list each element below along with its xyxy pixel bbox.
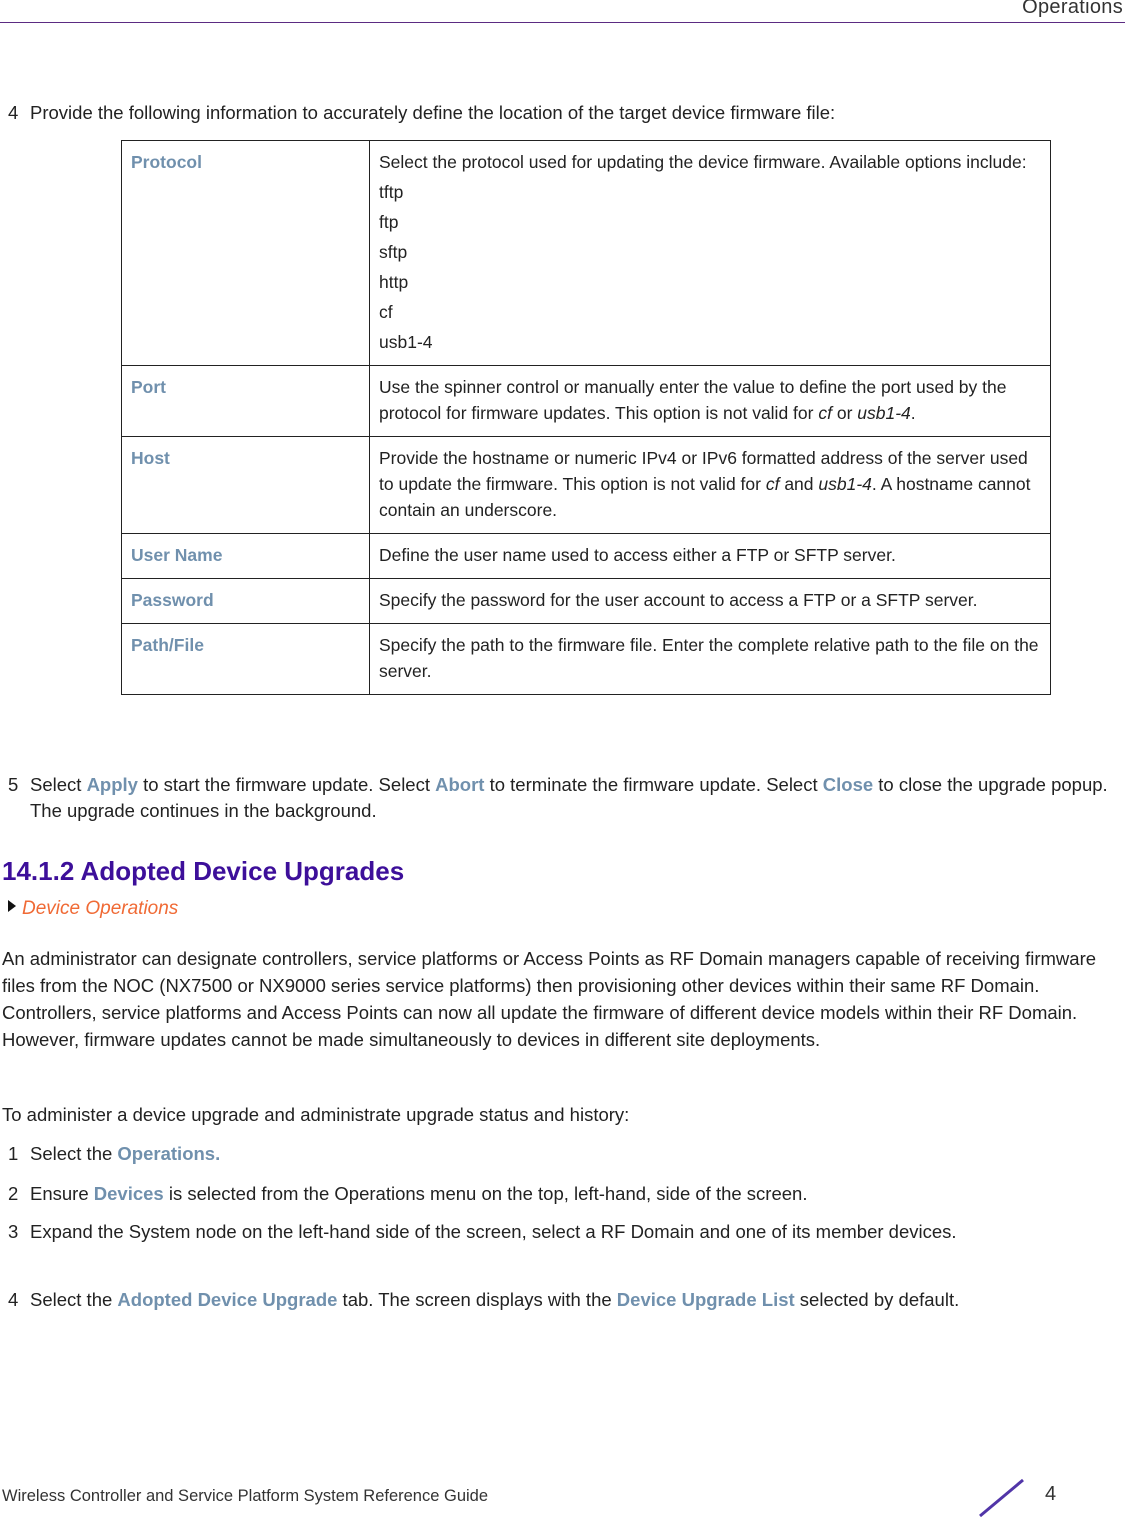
protocol-option: tftp: [379, 182, 404, 202]
step-number: 4: [8, 102, 19, 123]
table-row-port: Port Use the spinner control or manually…: [121, 365, 1051, 437]
step-number: 2: [8, 1183, 19, 1204]
param-desc: Use the spinner control or manually ente…: [369, 365, 1051, 437]
close-term: Close: [822, 774, 874, 795]
param-desc: Select the protocol used for updating th…: [369, 140, 1051, 366]
desc-emphasis: usb1-4: [857, 403, 911, 423]
operations-term: Operations.: [117, 1143, 221, 1164]
param-name: Protocol: [121, 140, 370, 366]
section-heading: 14.1.2 Adopted Device Upgrades: [2, 856, 405, 886]
step-4-intro: 4 Provide the following information to ac…: [8, 100, 835, 126]
param-desc: Specify the path to the firmware file. E…: [369, 623, 1051, 695]
page-number: 4: [1045, 1483, 1057, 1505]
desc-text: or: [831, 403, 858, 423]
devices-term: Devices: [93, 1183, 164, 1204]
step-text: Select the: [30, 1289, 118, 1310]
param-desc: Provide the hostname or numeric IPv4 or …: [369, 436, 1051, 534]
param-desc-text: Select the protocol used for updating th…: [379, 152, 1027, 172]
step-number: 4: [8, 1289, 19, 1310]
param-name: Host: [121, 436, 370, 534]
triangle-right-icon: [8, 900, 16, 912]
procedure-step-4: 4 Select the Adopted Device Upgrade tab. …: [8, 1287, 959, 1313]
step-text: is selected from the Operations menu on …: [163, 1183, 808, 1204]
step-text: to terminate the firmware update. Select: [484, 774, 823, 795]
param-name: Password: [121, 578, 370, 624]
apply-term: Apply: [86, 774, 138, 795]
procedure-step-3: 3 Expand the System node on the left-hand…: [8, 1219, 1110, 1245]
step-text: Select: [30, 774, 87, 795]
step-text: to start the firmware update. Select: [137, 774, 436, 795]
param-name: User Name: [121, 533, 370, 579]
abort-term: Abort: [435, 774, 485, 795]
param-desc: Specify the password for the user accoun…: [369, 578, 1051, 624]
desc-text: .: [910, 403, 916, 423]
header-divider: [0, 22, 1125, 23]
table-row-host: Host Provide the hostname or numeric IPv…: [121, 436, 1051, 534]
desc-text: and: [779, 474, 819, 494]
table-row-pathfile: Path/File Specify the path to the firmwa…: [121, 623, 1051, 695]
desc-emphasis: cf: [818, 403, 832, 423]
footer-slash-decoration: [979, 1478, 1024, 1518]
desc-emphasis: cf: [765, 474, 780, 494]
step-number: 3: [8, 1221, 19, 1242]
step-text: tab. The screen displays with the: [337, 1289, 617, 1310]
protocol-option: usb1-4: [379, 332, 433, 352]
procedure-step-2: 2 Ensure Devices is selected from the Ope…: [8, 1181, 807, 1207]
table-row-username: User Name Define the user name used to a…: [121, 533, 1051, 579]
protocol-option: sftp: [379, 242, 408, 262]
cross-reference-link[interactable]: Device Operations: [8, 898, 178, 920]
table-row-protocol: Protocol Select the protocol used for up…: [121, 140, 1051, 366]
desc-emphasis: usb1-4: [818, 474, 872, 494]
step-text: Provide the following information to acc…: [30, 102, 836, 123]
adopted-device-upgrade-term: Adopted Device Upgrade: [117, 1289, 338, 1310]
protocol-option: ftp: [379, 212, 399, 232]
firmware-location-table: Protocol Select the protocol used for up…: [121, 140, 1051, 695]
step-text: selected by default.: [794, 1289, 960, 1310]
param-desc: Define the user name used to access eith…: [369, 533, 1051, 579]
procedure-step-1: 1 Select the Operations.: [8, 1141, 220, 1167]
protocol-option: cf: [379, 302, 393, 322]
step-text: Ensure: [30, 1183, 94, 1204]
intro-paragraph: An administrator can designate controlle…: [2, 948, 1097, 1050]
step-text: Select the: [30, 1143, 118, 1164]
param-name: Path/File: [121, 623, 370, 695]
xref-label[interactable]: Device Operations: [22, 898, 178, 919]
step-5: 5 Select Apply to start the firmware upda…: [8, 772, 1125, 824]
step-number: 5: [8, 774, 19, 795]
procedure-intro: To administer a device upgrade and admin…: [2, 1104, 630, 1125]
device-upgrade-list-term: Device Upgrade List: [616, 1289, 795, 1310]
step-text: Expand the System node on the left-hand …: [30, 1221, 957, 1242]
table-row-password: Password Specify the password for the us…: [121, 578, 1051, 624]
step-number: 1: [8, 1143, 19, 1164]
footer-guide-title: Wireless Controller and Service Platform…: [2, 1487, 489, 1505]
param-name: Port: [121, 365, 370, 437]
protocol-option: http: [379, 272, 409, 292]
running-header-title: Operations: [1022, 0, 1123, 18]
